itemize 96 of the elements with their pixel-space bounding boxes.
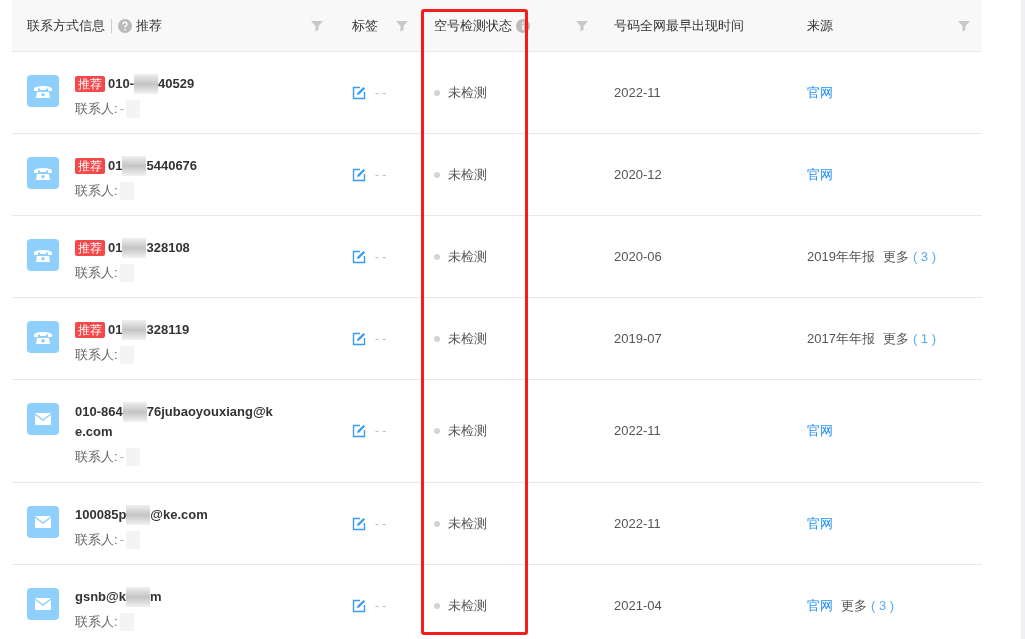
contact-label: 联系人:: [75, 613, 118, 631]
filter-icon[interactable]: [576, 19, 588, 32]
source-link[interactable]: 官网: [807, 421, 833, 441]
column-header: 联系方式信息: [27, 16, 105, 35]
source-link[interactable]: 官网: [807, 595, 833, 616]
phone-icon: [27, 239, 59, 271]
column-header: 推荐: [136, 16, 162, 35]
contact-value: gsnb@k: [75, 588, 126, 606]
recommend-badge: 推荐: [75, 322, 105, 338]
column-header: 空号检测状态: [434, 16, 512, 35]
edit-icon[interactable]: [352, 167, 366, 182]
redaction-mark: [134, 74, 159, 94]
status-text: 未检测: [448, 596, 487, 615]
contact-value: 76jubaoyouxiang@k: [146, 403, 273, 421]
tag-value: - -: [375, 597, 387, 615]
more-count[interactable]: ( 3 ): [912, 246, 937, 267]
mail-icon: [27, 506, 59, 538]
date-text: 2019-07: [614, 329, 662, 348]
status-text: 未检测: [448, 247, 487, 266]
column-header: 号码全网最早出现时间: [614, 16, 744, 35]
mail-icon: [27, 403, 59, 435]
redaction-mark: [122, 320, 147, 340]
date-text: 2022-11: [614, 422, 661, 441]
more-link[interactable]: 更多: [882, 328, 909, 349]
recommend-badge: 推荐: [75, 158, 105, 174]
date-text: 2022-11: [614, 514, 661, 533]
contact-label: 联系人:: [75, 264, 118, 282]
contact-value: e.com: [75, 423, 113, 441]
edit-icon[interactable]: [352, 249, 366, 264]
source-text: 2019年年报: [807, 247, 875, 266]
tag-value: - -: [375, 515, 387, 533]
redaction-mark: [122, 238, 147, 258]
edit-icon[interactable]: [352, 85, 366, 100]
contact-value: @ke.com: [150, 506, 208, 524]
edit-icon[interactable]: [352, 598, 366, 613]
contact-value: 5440676: [146, 157, 198, 175]
date-text: 2021-04: [614, 596, 662, 615]
source-link[interactable]: 官网: [807, 82, 833, 103]
contact-value: 01: [108, 157, 123, 175]
filter-icon[interactable]: [958, 19, 970, 32]
column-header: 标签: [352, 16, 378, 35]
help-icon[interactable]: [118, 18, 132, 33]
phone-icon: [27, 75, 59, 107]
source-link[interactable]: 官网: [807, 513, 833, 534]
recommend-badge: 推荐: [75, 76, 105, 92]
more-link[interactable]: 更多: [841, 595, 867, 616]
tag-value: - -: [375, 248, 387, 266]
filter-icon[interactable]: [396, 19, 408, 32]
contact-value: 328119: [146, 321, 190, 339]
date-text: 2022-11: [614, 83, 661, 102]
contact-value: 010-: [108, 75, 135, 93]
edit-icon[interactable]: [352, 331, 366, 346]
contact-label: 联系人:: [75, 531, 118, 549]
more-count[interactable]: ( 3 ): [871, 595, 895, 616]
tag-value: - -: [375, 423, 387, 440]
more-link[interactable]: 更多: [882, 246, 909, 267]
source-text: 2017年年报: [807, 329, 875, 348]
redaction-mark: [125, 587, 150, 607]
contact-label: 联系人:: [75, 100, 118, 118]
status-text: 未检测: [448, 165, 487, 184]
edit-icon[interactable]: [352, 516, 366, 531]
filter-icon[interactable]: [311, 19, 323, 32]
contact-label: 联系人:: [75, 182, 118, 200]
tag-value: - -: [375, 84, 387, 102]
status-text: 未检测: [448, 514, 487, 533]
info-icon[interactable]: [516, 18, 530, 33]
redaction-mark: [126, 505, 151, 525]
contact-value: 100085p: [75, 506, 127, 524]
contact-label: 联系人:: [75, 448, 118, 466]
contact-value: 40529: [158, 75, 195, 93]
status-text: 未检测: [448, 83, 487, 102]
source-link[interactable]: 官网: [807, 164, 833, 185]
date-text: 2020-06: [614, 247, 662, 266]
phone-icon: [27, 157, 59, 189]
contact-person: -: [119, 100, 124, 118]
tag-value: - -: [375, 330, 387, 348]
more-count[interactable]: ( 1 ): [912, 328, 937, 349]
date-text: 2020-12: [614, 165, 662, 184]
contact-value: 01: [108, 239, 123, 257]
contact-value: 328108: [146, 239, 190, 257]
tag-value: - -: [375, 166, 387, 184]
contact-person: -: [119, 448, 124, 466]
recommend-badge: 推荐: [75, 240, 105, 256]
status-text: 未检测: [448, 422, 487, 441]
phone-icon: [27, 321, 59, 353]
contact-label: 联系人:: [75, 346, 118, 364]
column-header: 来源: [807, 16, 833, 35]
contact-value: m: [149, 588, 162, 606]
redaction-mark: [122, 156, 147, 176]
status-text: 未检测: [448, 329, 487, 348]
contact-person: -: [119, 531, 124, 549]
redaction-mark: [122, 402, 147, 422]
contact-value: 01: [108, 321, 123, 339]
mail-icon: [27, 588, 59, 620]
contact-value: 010-864: [75, 403, 123, 421]
edit-icon[interactable]: [352, 424, 366, 438]
